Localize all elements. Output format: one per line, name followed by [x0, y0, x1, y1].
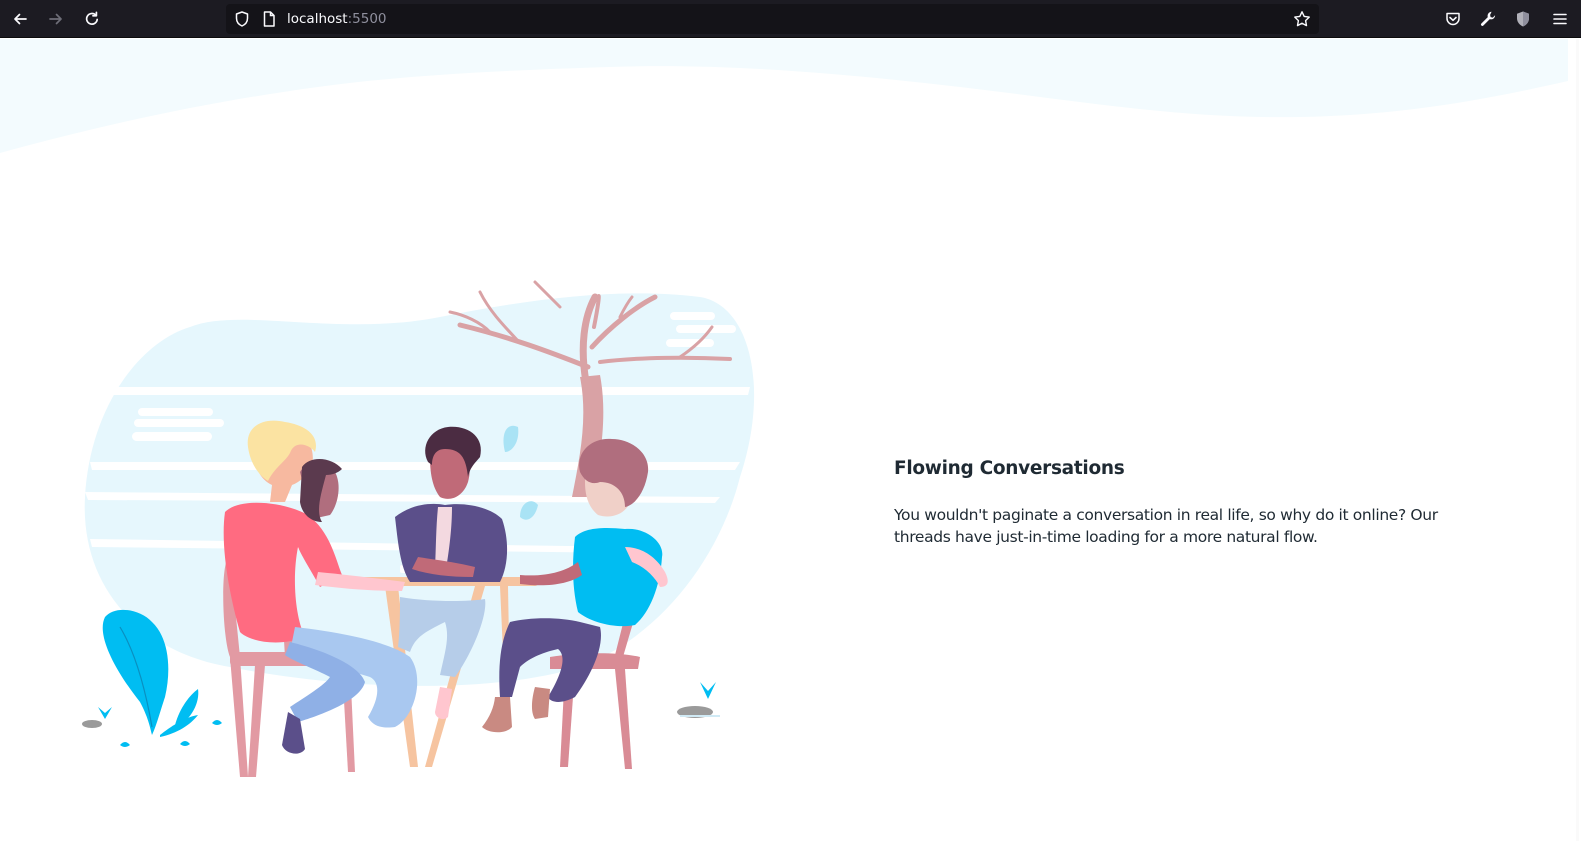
feature-description: You wouldn't paginate a conversation in … [894, 506, 1438, 546]
page-scrollbar[interactable] [1568, 39, 1581, 841]
page-viewport: Flowing Conversations You wouldn't pagin… [0, 39, 1568, 841]
reload-icon [85, 11, 99, 25]
wrench-icon [1480, 11, 1496, 26]
url-bar[interactable]: localhost:5500 [226, 4, 1319, 34]
feature-title: Flowing Conversations [894, 458, 1125, 479]
forward-button[interactable] [42, 5, 70, 33]
bookmark-star-icon[interactable] [1293, 10, 1311, 28]
extension-shield-icon [1517, 11, 1529, 27]
devtools-button[interactable] [1474, 5, 1502, 33]
tracking-protection-shield-icon[interactable] [233, 10, 251, 28]
page-info-icon[interactable] [260, 10, 278, 28]
header-wave-decoration [0, 39, 1568, 153]
forward-arrow-icon [49, 13, 62, 25]
url-host: localhost [287, 11, 348, 27]
browser-toolbar: localhost:5500 [0, 0, 1581, 38]
scrollbar-thumb[interactable] [1576, 39, 1579, 841]
extension-button[interactable] [1509, 5, 1537, 33]
reload-button[interactable] [78, 5, 106, 33]
hamburger-menu-icon [1553, 13, 1567, 25]
back-arrow-icon [14, 13, 27, 25]
app-menu-button[interactable] [1546, 5, 1574, 33]
pocket-icon [1446, 12, 1460, 26]
conversation-illustration [82, 280, 755, 777]
pocket-button[interactable] [1439, 5, 1467, 33]
back-button[interactable] [6, 5, 34, 33]
url-text[interactable]: localhost:5500 [287, 11, 387, 27]
url-port: :5500 [347, 11, 387, 27]
